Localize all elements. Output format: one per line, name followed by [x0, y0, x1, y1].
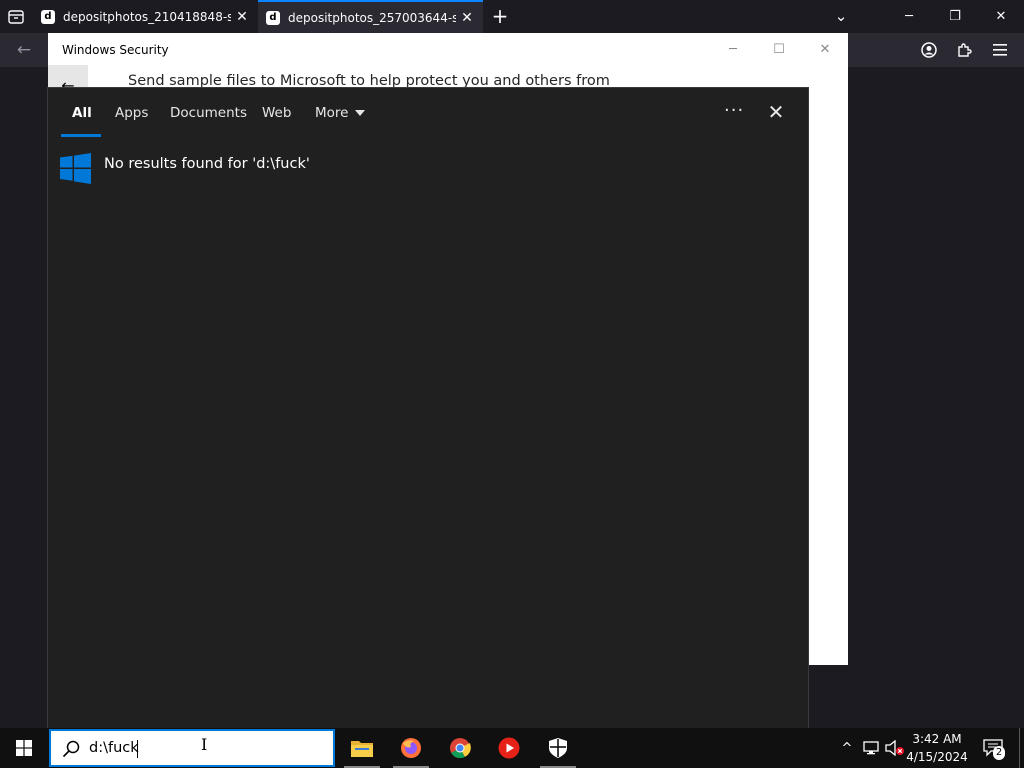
- clock-date: 4/15/2024: [906, 750, 968, 764]
- file-explorer-icon[interactable]: [338, 728, 386, 768]
- tab-all[interactable]: All: [72, 105, 92, 121]
- minimize-button[interactable]: ─: [710, 33, 756, 65]
- new-tab-button[interactable]: +: [486, 2, 514, 30]
- account-icon[interactable]: [915, 36, 943, 64]
- chrome-icon[interactable]: [436, 728, 484, 768]
- menu-icon[interactable]: [986, 36, 1014, 64]
- tab-title: depositphotos_210418848-stock: [63, 9, 231, 24]
- maximize-button[interactable]: ☐: [756, 33, 802, 65]
- show-hidden-icons-icon[interactable]: ^: [838, 728, 856, 768]
- close-tab-icon[interactable]: ✕: [456, 10, 478, 26]
- clock-time: 3:42 AM: [912, 732, 962, 746]
- selected-tab-indicator: [61, 134, 101, 137]
- list-all-tabs-icon[interactable]: ⌄: [827, 2, 855, 30]
- more-options-icon[interactable]: ···: [724, 100, 744, 121]
- depositphotos-favicon-icon: d: [266, 10, 280, 25]
- start-button[interactable]: [0, 728, 48, 768]
- windows-security-icon[interactable]: [534, 728, 582, 768]
- text-cursor: [137, 740, 138, 758]
- browser-tab-strip: d depositphotos_210418848-stock ✕ d depo…: [0, 0, 1024, 33]
- restore-button[interactable]: ❐: [932, 0, 978, 33]
- notification-count-badge: 2: [993, 746, 1005, 760]
- youtube-icon[interactable]: [485, 728, 533, 768]
- firefox-view-icon[interactable]: [2, 3, 30, 31]
- browser-tab[interactable]: d depositphotos_210418848-stock ✕: [33, 0, 258, 33]
- tab-more[interactable]: More: [315, 105, 366, 121]
- close-icon[interactable]: ✕: [764, 100, 788, 124]
- close-window-button[interactable]: ✕: [802, 33, 848, 65]
- tab-more-label: More: [315, 105, 349, 121]
- window-title: Windows Security: [62, 43, 169, 57]
- tab-documents[interactable]: Documents: [170, 105, 247, 121]
- caret-down-icon: [355, 110, 366, 116]
- browser-tab-active[interactable]: d depositphotos_257003644-stock ✕: [258, 0, 483, 33]
- search-icon: [62, 740, 80, 758]
- minimize-button[interactable]: ─: [886, 0, 932, 33]
- depositphotos-favicon-icon: d: [41, 9, 55, 24]
- no-results-message: No results found for 'd:\fuck': [104, 156, 310, 172]
- taskbar-clock[interactable]: 3:42 AM 4/15/2024: [902, 728, 972, 768]
- network-icon[interactable]: [860, 728, 882, 768]
- search-flyout: All Apps Documents Web More ··· ✕ No res…: [48, 88, 808, 728]
- windows-start-icon: [16, 740, 32, 756]
- tab-title: depositphotos_257003644-stock: [288, 10, 456, 25]
- show-desktop-button[interactable]: [1019, 728, 1024, 768]
- close-tab-icon[interactable]: ✕: [231, 9, 253, 25]
- windows-logo-icon: [60, 153, 91, 184]
- taskbar: d:\fuck I ^ 3:42 AM 4/15/2024 2: [0, 728, 1024, 768]
- firefox-icon[interactable]: [387, 728, 435, 768]
- notifications-icon[interactable]: 2: [980, 728, 1008, 768]
- tab-web[interactable]: Web: [262, 105, 291, 121]
- back-arrow-icon[interactable]: ←: [10, 36, 38, 64]
- mouse-ibeam-cursor-icon: I: [201, 735, 208, 754]
- tab-apps[interactable]: Apps: [115, 105, 148, 121]
- close-window-button[interactable]: ✕: [978, 0, 1024, 33]
- taskbar-search-box[interactable]: d:\fuck I: [49, 729, 335, 767]
- extensions-icon[interactable]: [950, 36, 978, 64]
- security-description-text: Send sample files to Microsoft to help p…: [128, 73, 610, 89]
- search-input[interactable]: d:\fuck: [89, 740, 139, 756]
